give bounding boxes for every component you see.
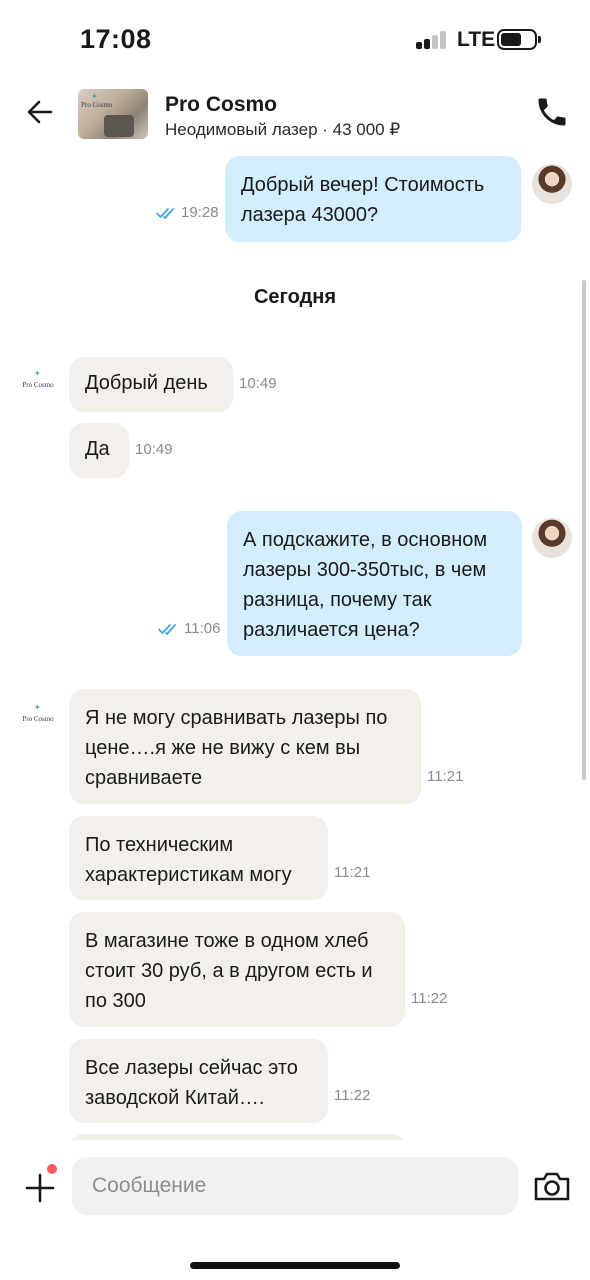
back-button[interactable]: [20, 92, 60, 132]
signal-strength-icon: [416, 31, 446, 49]
network-type: LTE: [457, 28, 496, 51]
seller-avatar[interactable]: ✦ Pro Cosmo: [18, 698, 58, 738]
user-avatar[interactable]: [532, 518, 572, 558]
seller-avatar[interactable]: ✦ Pro Cosmo: [18, 364, 58, 404]
message-time: 19:28: [181, 204, 219, 221]
leaf-icon: ✦: [34, 703, 41, 712]
notification-dot: [47, 1164, 57, 1174]
seller-name[interactable]: Pro Cosmo: [165, 93, 277, 117]
status-time: 17:08: [80, 24, 152, 54]
status-bar: 17:08 LTE: [0, 0, 590, 80]
seller-avatar-text: Pro Cosmo: [22, 381, 54, 389]
message-bubble[interactable]: Добрый вечер! Стоимость лазера 43000?: [225, 156, 521, 242]
camera-icon: [534, 1172, 570, 1201]
message-bubble[interactable]: В магазине тоже в одном хлеб стоит 30 ру…: [69, 912, 405, 1027]
message-time: 11:21: [427, 768, 464, 785]
message-bubble[interactable]: Я не могу сравнивать лазеры по цене….я ж…: [69, 689, 421, 804]
attach-button[interactable]: [22, 1170, 58, 1206]
message-time: 11:21: [334, 864, 371, 881]
message-composer: [0, 1140, 590, 1280]
phone-icon: [538, 98, 566, 126]
message-bubble[interactable]: Добрый день: [69, 357, 233, 412]
camera-button[interactable]: [532, 1168, 572, 1204]
double-check-icon: [156, 208, 174, 219]
message-time: 11:06: [184, 620, 221, 637]
message-time: 10:49: [239, 375, 277, 392]
battery-icon: [497, 29, 541, 50]
message-bubble[interactable]: По техническим характеристикам могу: [69, 816, 328, 900]
message-bubble[interactable]: А подскажите, в основном лазеры 300-350т…: [227, 511, 522, 656]
listing-title[interactable]: Неодимовый лазер · 43 000 ₽: [165, 120, 400, 140]
message-time: 11:22: [334, 1087, 371, 1104]
plus-icon: [25, 1173, 55, 1203]
message-bubble[interactable]: Все лазеры сейчас это заводской Китай….: [69, 1039, 328, 1123]
seller-avatar-text: Pro Cosmo: [22, 715, 54, 723]
message-time: 10:49: [135, 441, 173, 458]
leaf-icon: ✦: [34, 369, 41, 378]
message-input[interactable]: [72, 1157, 518, 1215]
chat-screen: 17:08 LTE ✦ Pro Cosmo Pro Cosmo Неодимов…: [0, 0, 590, 1280]
thumbnail-brand-text: Pro Cosmo: [81, 101, 113, 109]
leaf-icon: ✦: [91, 92, 98, 101]
listing-thumbnail[interactable]: ✦ Pro Cosmo: [78, 89, 148, 139]
user-avatar[interactable]: [532, 164, 572, 204]
home-indicator[interactable]: [190, 1262, 400, 1269]
message-time: 11:22: [411, 990, 448, 1007]
date-separator: Сегодня: [253, 286, 337, 308]
device-image: [104, 115, 134, 137]
message-bubble[interactable]: Да: [69, 423, 129, 478]
arrow-left-icon: [27, 100, 53, 124]
call-button[interactable]: [534, 94, 570, 130]
message-list[interactable]: 19:28 Добрый вечер! Стоимость лазера 430…: [0, 152, 590, 1140]
double-check-icon: [158, 624, 176, 635]
scrollbar[interactable]: [582, 280, 586, 780]
chat-header: ✦ Pro Cosmo Pro Cosmo Неодимовый лазер ·…: [0, 80, 590, 152]
